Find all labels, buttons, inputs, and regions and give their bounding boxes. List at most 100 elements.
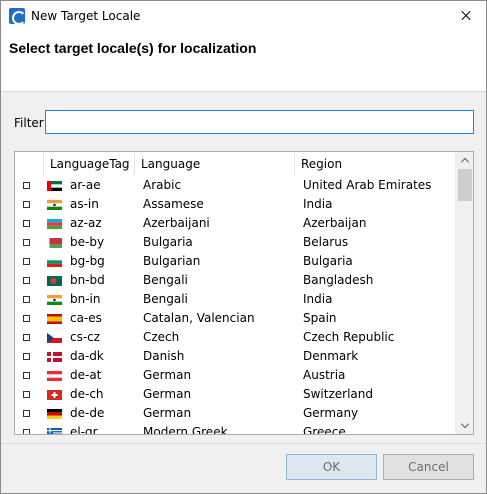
row-checkbox[interactable] bbox=[23, 296, 30, 303]
table-row[interactable]: bn-bd Bengali Bangladesh bbox=[15, 271, 455, 290]
flag-belarus-icon bbox=[47, 238, 62, 248]
row-checkbox[interactable] bbox=[23, 258, 30, 265]
flag-austria-icon bbox=[47, 371, 62, 381]
cell-language-tag: cs-cz bbox=[70, 330, 101, 344]
table-body: ar-ae Arabic United Arab Emirates as-in … bbox=[15, 176, 455, 434]
cell-language: Bengali bbox=[143, 273, 188, 287]
flag-india-icon bbox=[47, 295, 62, 305]
table-row[interactable]: da-dk Danish Denmark bbox=[15, 347, 455, 366]
row-checkbox[interactable] bbox=[23, 372, 30, 379]
cell-language-tag: da-dk bbox=[70, 349, 104, 363]
flag-bangladesh-icon bbox=[47, 276, 62, 286]
table-row[interactable]: de-de German Germany bbox=[15, 404, 455, 423]
cell-language-tag: el-gr bbox=[70, 425, 98, 434]
cell-region: United Arab Emirates bbox=[303, 178, 432, 192]
cell-language-tag: de-de bbox=[70, 406, 105, 420]
locale-table: LanguageTag Language Region ar-ae Arabic… bbox=[14, 151, 474, 435]
row-checkbox[interactable] bbox=[23, 391, 30, 398]
cell-region: Austria bbox=[303, 368, 346, 382]
scroll-up-arrow-icon[interactable] bbox=[456, 152, 473, 169]
row-checkbox[interactable] bbox=[23, 201, 30, 208]
vertical-scrollbar[interactable] bbox=[455, 152, 473, 434]
table-row[interactable]: bg-bg Bulgarian Bulgaria bbox=[15, 252, 455, 271]
flag-spain-icon bbox=[47, 314, 62, 324]
cell-language: Arabic bbox=[143, 178, 182, 192]
cell-language-tag: bn-bd bbox=[70, 273, 105, 287]
row-checkbox[interactable] bbox=[23, 277, 30, 284]
cell-region: Bulgaria bbox=[303, 254, 353, 268]
flag-germany-icon bbox=[47, 409, 62, 419]
cell-region: Germany bbox=[303, 406, 359, 420]
column-header-check[interactable] bbox=[15, 152, 44, 176]
flag-uae-icon bbox=[47, 181, 62, 191]
scroll-thumb[interactable] bbox=[458, 169, 472, 201]
cell-language-tag: ar-ae bbox=[70, 178, 101, 192]
cell-region: India bbox=[303, 292, 333, 306]
flag-azerbaijan-icon bbox=[47, 219, 62, 229]
cell-language: Azerbaijani bbox=[143, 216, 210, 230]
flag-bulgaria-icon bbox=[47, 257, 62, 267]
window-title: New Target Locale bbox=[31, 9, 141, 23]
dialog-header: Select target locale(s) for localization bbox=[1, 31, 486, 92]
cell-language-tag: de-at bbox=[70, 368, 102, 382]
row-checkbox[interactable] bbox=[23, 315, 30, 322]
cell-language: Danish bbox=[143, 349, 185, 363]
cell-region: Azerbaijan bbox=[303, 216, 367, 230]
close-icon[interactable] bbox=[444, 1, 486, 31]
cell-language: Czech bbox=[143, 330, 180, 344]
footer-divider bbox=[1, 443, 486, 444]
table-header: LanguageTag Language Region bbox=[15, 152, 455, 176]
title-bar: New Target Locale bbox=[1, 1, 486, 31]
table-row[interactable]: ar-ae Arabic United Arab Emirates bbox=[15, 176, 455, 195]
row-checkbox[interactable] bbox=[23, 410, 30, 417]
cancel-button[interactable]: Cancel bbox=[383, 454, 474, 480]
column-header-language[interactable]: Language bbox=[135, 152, 295, 176]
cell-language-tag: bg-bg bbox=[70, 254, 105, 268]
table-row[interactable]: de-ch German Switzerland bbox=[15, 385, 455, 404]
ok-button[interactable]: OK bbox=[286, 454, 377, 480]
column-header-region[interactable]: Region bbox=[295, 152, 455, 176]
scroll-down-arrow-icon[interactable] bbox=[456, 417, 473, 434]
cell-region: Belarus bbox=[303, 235, 349, 249]
filter-label: Filter bbox=[14, 116, 44, 130]
cell-language: German bbox=[143, 368, 192, 382]
table-row[interactable]: cs-cz Czech Czech Republic bbox=[15, 328, 455, 347]
row-checkbox[interactable] bbox=[23, 353, 30, 360]
table-row[interactable]: de-at German Austria bbox=[15, 366, 455, 385]
cell-language: Bulgarian bbox=[143, 254, 201, 268]
cell-region: Spain bbox=[303, 311, 337, 325]
cell-language: Assamese bbox=[143, 197, 204, 211]
cell-region: Switzerland bbox=[303, 387, 373, 401]
new-target-locale-dialog: New Target Locale Select target locale(s… bbox=[0, 0, 487, 494]
cell-region: Denmark bbox=[303, 349, 359, 363]
cell-language-tag: bn-in bbox=[70, 292, 101, 306]
flag-india-icon bbox=[47, 200, 62, 210]
column-header-languagetag[interactable]: LanguageTag bbox=[44, 152, 135, 176]
table-row[interactable]: el-gr Modern Greek Greece bbox=[15, 423, 455, 434]
filter-input[interactable] bbox=[45, 110, 474, 134]
dialog-heading: Select target locale(s) for localization bbox=[9, 40, 257, 56]
cell-language: Modern Greek bbox=[143, 425, 228, 434]
table-row[interactable]: ca-es Catalan, Valencian Spain bbox=[15, 309, 455, 328]
row-checkbox[interactable] bbox=[23, 429, 30, 434]
flag-switzerland-icon bbox=[47, 390, 62, 400]
cell-region: Czech Republic bbox=[303, 330, 395, 344]
flag-denmark-icon bbox=[47, 352, 62, 362]
cell-region: Bangladesh bbox=[303, 273, 374, 287]
row-checkbox[interactable] bbox=[23, 182, 30, 189]
row-checkbox[interactable] bbox=[23, 334, 30, 341]
cell-region: India bbox=[303, 197, 333, 211]
flag-czech-icon bbox=[47, 333, 62, 343]
row-checkbox[interactable] bbox=[23, 239, 30, 246]
table-row[interactable]: be-by Bulgaria Belarus bbox=[15, 233, 455, 252]
app-logo-icon bbox=[9, 8, 26, 25]
cell-language: Bengali bbox=[143, 292, 188, 306]
cell-language: German bbox=[143, 387, 192, 401]
table-row[interactable]: bn-in Bengali India bbox=[15, 290, 455, 309]
cell-language: German bbox=[143, 406, 192, 420]
table-row[interactable]: as-in Assamese India bbox=[15, 195, 455, 214]
cell-language-tag: az-az bbox=[70, 216, 102, 230]
row-checkbox[interactable] bbox=[23, 220, 30, 227]
flag-greece-icon bbox=[47, 428, 62, 434]
table-row[interactable]: az-az Azerbaijani Azerbaijan bbox=[15, 214, 455, 233]
